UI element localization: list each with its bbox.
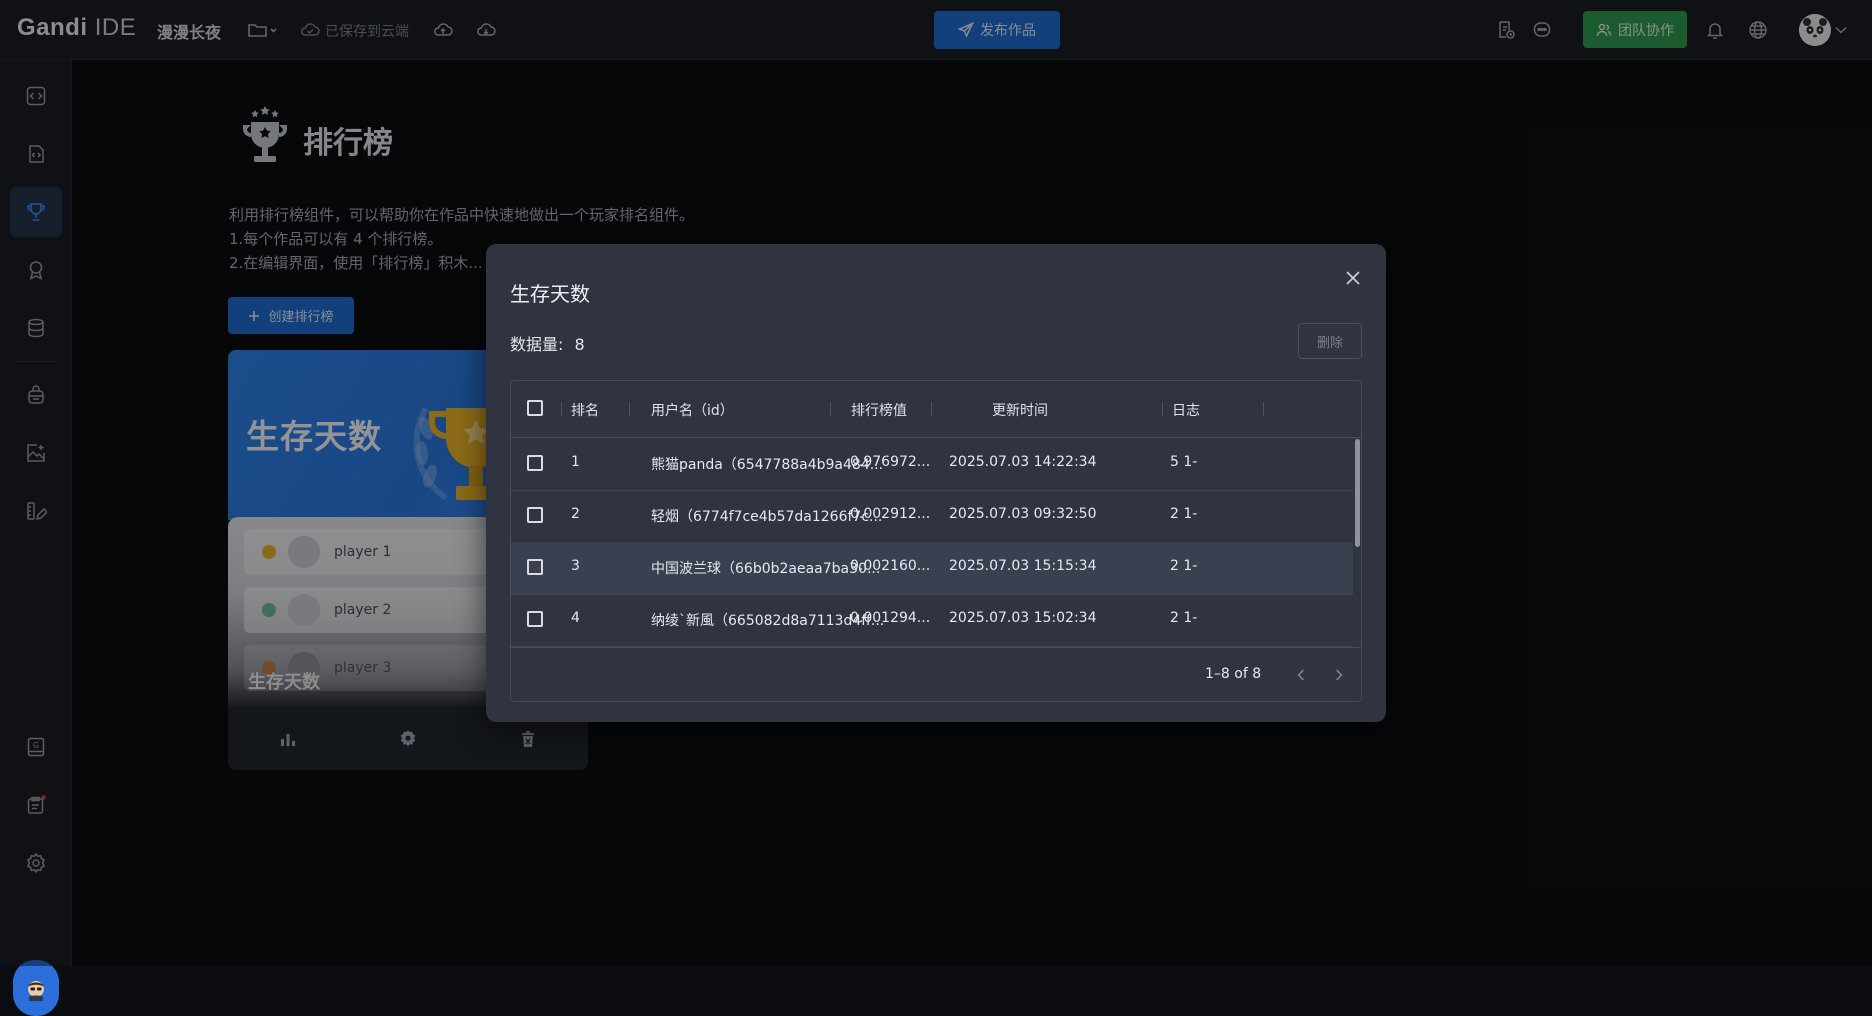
- column-separator: [629, 402, 630, 416]
- column-separator: [830, 402, 831, 416]
- table-header: 排名 用户名（id） 排行榜值 更新时间 日志: [511, 381, 1361, 438]
- row-checkbox[interactable]: [527, 559, 543, 575]
- delete-button[interactable]: 删除: [1298, 323, 1362, 359]
- character-avatar-icon: [28, 981, 44, 1001]
- data-count-value: 8: [574, 335, 585, 354]
- cell-value: 0.001294...: [850, 610, 931, 626]
- column-separator: [931, 402, 932, 416]
- table-row[interactable]: 4 纳绫`新風（665082d8a7113d4ff... 0.001294...…: [511, 594, 1353, 647]
- table-row[interactable]: 2 轻烟（6774f7ce4b57da1266f7c... 0.002912..…: [511, 490, 1353, 543]
- modal-title: 生存天数: [510, 282, 590, 306]
- row-checkbox[interactable]: [527, 507, 543, 523]
- cell-value: 0.002160...: [850, 558, 931, 574]
- close-icon[interactable]: [1341, 266, 1365, 290]
- cell-rank: 2: [571, 506, 580, 522]
- cell-time: 2025.07.03 15:15:34: [949, 558, 1097, 574]
- cell-rank: 3: [571, 558, 580, 574]
- cell-time: 2025.07.03 14:22:34: [949, 454, 1097, 470]
- scrollbar-thumb[interactable]: [1355, 439, 1360, 547]
- column-separator: [561, 402, 562, 416]
- table-row[interactable]: 1 熊猫panda（6547788a4b9a484... 0.976972...…: [511, 438, 1353, 491]
- cell-log: 2 1-: [1170, 506, 1198, 522]
- cell-value: 0.976972...: [850, 454, 931, 470]
- chevron-right-icon[interactable]: [1327, 663, 1351, 687]
- cell-log: 5 1-: [1170, 454, 1198, 470]
- leaderboard-data-modal: 生存天数 数据量: 8 删除 排名 用户名（id） 排行榜值 更新时间 日志 1…: [486, 244, 1386, 722]
- sidebar-assistant-avatar[interactable]: [13, 960, 59, 1016]
- cell-user: 熊猫panda（6547788a4b9a484...: [651, 457, 884, 473]
- cell-log: 2 1-: [1170, 610, 1198, 626]
- data-count: 数据量: 8: [510, 331, 585, 355]
- chevron-left-icon[interactable]: [1289, 663, 1313, 687]
- table-footer: 1–8 of 8: [511, 647, 1361, 701]
- data-count-label: 数据量:: [510, 335, 564, 354]
- table-row[interactable]: 3 中国波兰球（66b0b2aeaa7ba30... 0.002160... 2…: [511, 542, 1353, 595]
- cell-user: 轻烟（6774f7ce4b57da1266f7c...: [651, 509, 883, 525]
- column-header-value[interactable]: 排行榜值: [851, 400, 907, 420]
- row-checkbox[interactable]: [527, 611, 543, 627]
- column-header-log[interactable]: 日志: [1172, 400, 1200, 420]
- cell-rank: 1: [571, 454, 580, 470]
- table-scrollbar[interactable]: [1353, 437, 1361, 647]
- cell-rank: 4: [571, 610, 580, 626]
- cell-time: 2025.07.03 15:02:34: [949, 610, 1097, 626]
- cell-user: 中国波兰球（66b0b2aeaa7ba30...: [651, 561, 881, 577]
- cell-log: 2 1-: [1170, 558, 1198, 574]
- cell-value: 0.002912...: [850, 506, 931, 522]
- column-header-rank[interactable]: 排名: [571, 400, 599, 420]
- column-header-time[interactable]: 更新时间: [992, 400, 1048, 420]
- pagination-info: 1–8 of 8: [1205, 666, 1262, 682]
- row-checkbox[interactable]: [527, 455, 543, 471]
- column-separator: [1162, 402, 1163, 416]
- column-header-user[interactable]: 用户名（id）: [651, 400, 734, 420]
- select-all-checkbox[interactable]: [527, 400, 543, 416]
- cell-time: 2025.07.03 09:32:50: [949, 506, 1097, 522]
- column-separator: [1263, 402, 1264, 416]
- data-table: 排名 用户名（id） 排行榜值 更新时间 日志 1 熊猫panda（654778…: [510, 380, 1362, 702]
